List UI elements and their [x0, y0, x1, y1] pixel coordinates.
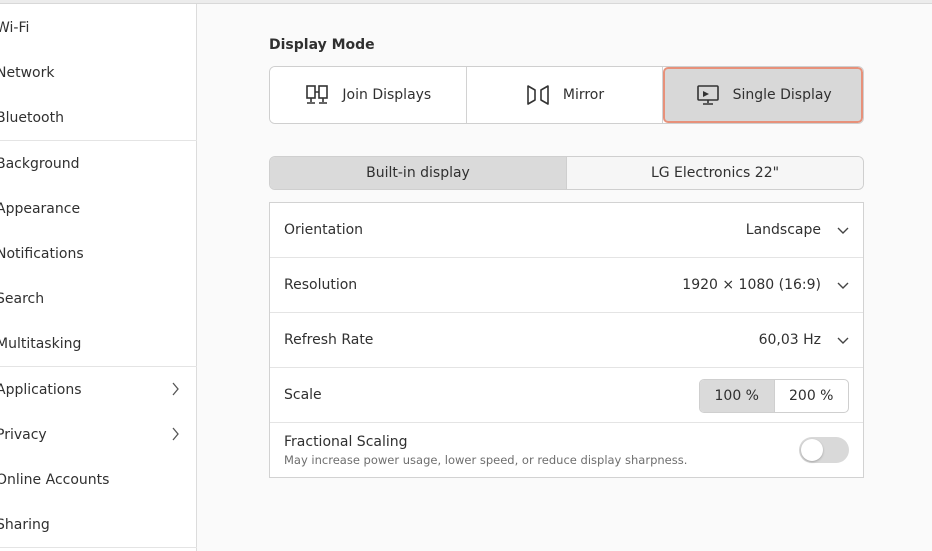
scale-selector: 100 % 200 % [699, 379, 849, 413]
resolution-label: Resolution [284, 277, 358, 293]
sidebar-item-label: Sharing [0, 516, 50, 533]
lg-display-tab[interactable]: LG Electronics 22" [567, 157, 863, 189]
chevron-right-icon [172, 427, 179, 441]
scale-row: Scale 100 % 200 % [270, 368, 863, 423]
sidebar-item-label: Bluetooth [0, 109, 64, 126]
single-display-icon [696, 85, 719, 105]
single-display-label: Single Display [732, 87, 832, 103]
scale-label: Scale [284, 387, 322, 403]
fractional-scaling-description: May increase power usage, lower speed, o… [284, 453, 688, 467]
resolution-value: 1920 × 1080 (16:9) [682, 277, 821, 293]
chevron-right-icon [172, 382, 179, 396]
chevron-down-icon [837, 337, 849, 344]
sidebar-separator [0, 547, 197, 548]
scale-100-button[interactable]: 100 % [700, 380, 775, 412]
sidebar-item-background[interactable]: Background [0, 141, 197, 186]
sidebar-item-label: Online Accounts [0, 471, 110, 488]
sidebar-item-privacy[interactable]: Privacy [0, 412, 197, 457]
sidebar-item-sharing[interactable]: Sharing [0, 502, 197, 547]
fractional-scaling-label: Fractional Scaling [284, 434, 408, 450]
sidebar-item-label: Applications [0, 381, 82, 398]
mirror-button[interactable]: Mirror [466, 67, 664, 123]
fractional-scaling-row: Fractional Scaling May increase power us… [270, 423, 863, 478]
sidebar-item-label: Notifications [0, 245, 84, 262]
refresh-rate-label: Refresh Rate [284, 332, 374, 348]
fractional-scaling-toggle[interactable] [799, 437, 849, 463]
sidebar-item-applications[interactable]: Applications [0, 367, 197, 412]
sidebar-item-appearance[interactable]: Appearance [0, 186, 197, 231]
mirror-icon [527, 85, 549, 105]
sidebar-item-label: Search [0, 290, 45, 307]
builtin-display-tab[interactable]: Built-in display [270, 157, 567, 189]
display-mode-selector: Join Displays Mirror Single Display [269, 66, 864, 124]
sidebar-item-multitasking[interactable]: Multitasking [0, 321, 197, 366]
display-selector: Built-in display LG Electronics 22" [269, 156, 864, 190]
sidebar-item-label: Background [0, 155, 80, 172]
toggle-knob [801, 439, 823, 461]
sidebar-item-online-accounts[interactable]: Online Accounts [0, 457, 197, 502]
single-display-button[interactable]: Single Display [663, 67, 863, 123]
sidebar-item-bluetooth[interactable]: Bluetooth [0, 95, 197, 140]
refresh-rate-value: 60,03 Hz [758, 332, 821, 348]
refresh-rate-row[interactable]: Refresh Rate 60,03 Hz [270, 313, 863, 368]
sidebar-item-label: Privacy [0, 426, 47, 443]
display-settings-list: Orientation Landscape Resolution 1920 × … [269, 202, 864, 478]
resolution-row[interactable]: Resolution 1920 × 1080 (16:9) [270, 258, 863, 313]
sidebar-item-label: Wi-Fi [0, 19, 30, 36]
orientation-value: Landscape [745, 222, 821, 238]
sidebar-item-search[interactable]: Search [0, 276, 197, 321]
chevron-down-icon [837, 227, 849, 234]
join-displays-button[interactable]: Join Displays [270, 67, 467, 123]
orientation-label: Orientation [284, 222, 364, 238]
settings-window: Wi-Fi Network Bluetooth Background Appea… [0, 0, 932, 551]
display-mode-title: Display Mode [269, 37, 375, 53]
sidebar-item-label: Multitasking [0, 335, 82, 352]
sidebar-item-label: Appearance [0, 200, 81, 217]
orientation-row[interactable]: Orientation Landscape [270, 203, 863, 258]
join-displays-label: Join Displays [342, 87, 432, 103]
chevron-down-icon [837, 282, 849, 289]
sidebar: Wi-Fi Network Bluetooth Background Appea… [0, 4, 197, 551]
sidebar-item-network[interactable]: Network [0, 50, 197, 95]
mirror-label: Mirror [562, 87, 605, 103]
join-displays-icon [306, 85, 329, 104]
sidebar-item-notifications[interactable]: Notifications [0, 231, 197, 276]
sidebar-item-label: Network [0, 64, 55, 81]
scale-200-button[interactable]: 200 % [775, 380, 849, 412]
sidebar-item-wifi[interactable]: Wi-Fi [0, 5, 197, 50]
